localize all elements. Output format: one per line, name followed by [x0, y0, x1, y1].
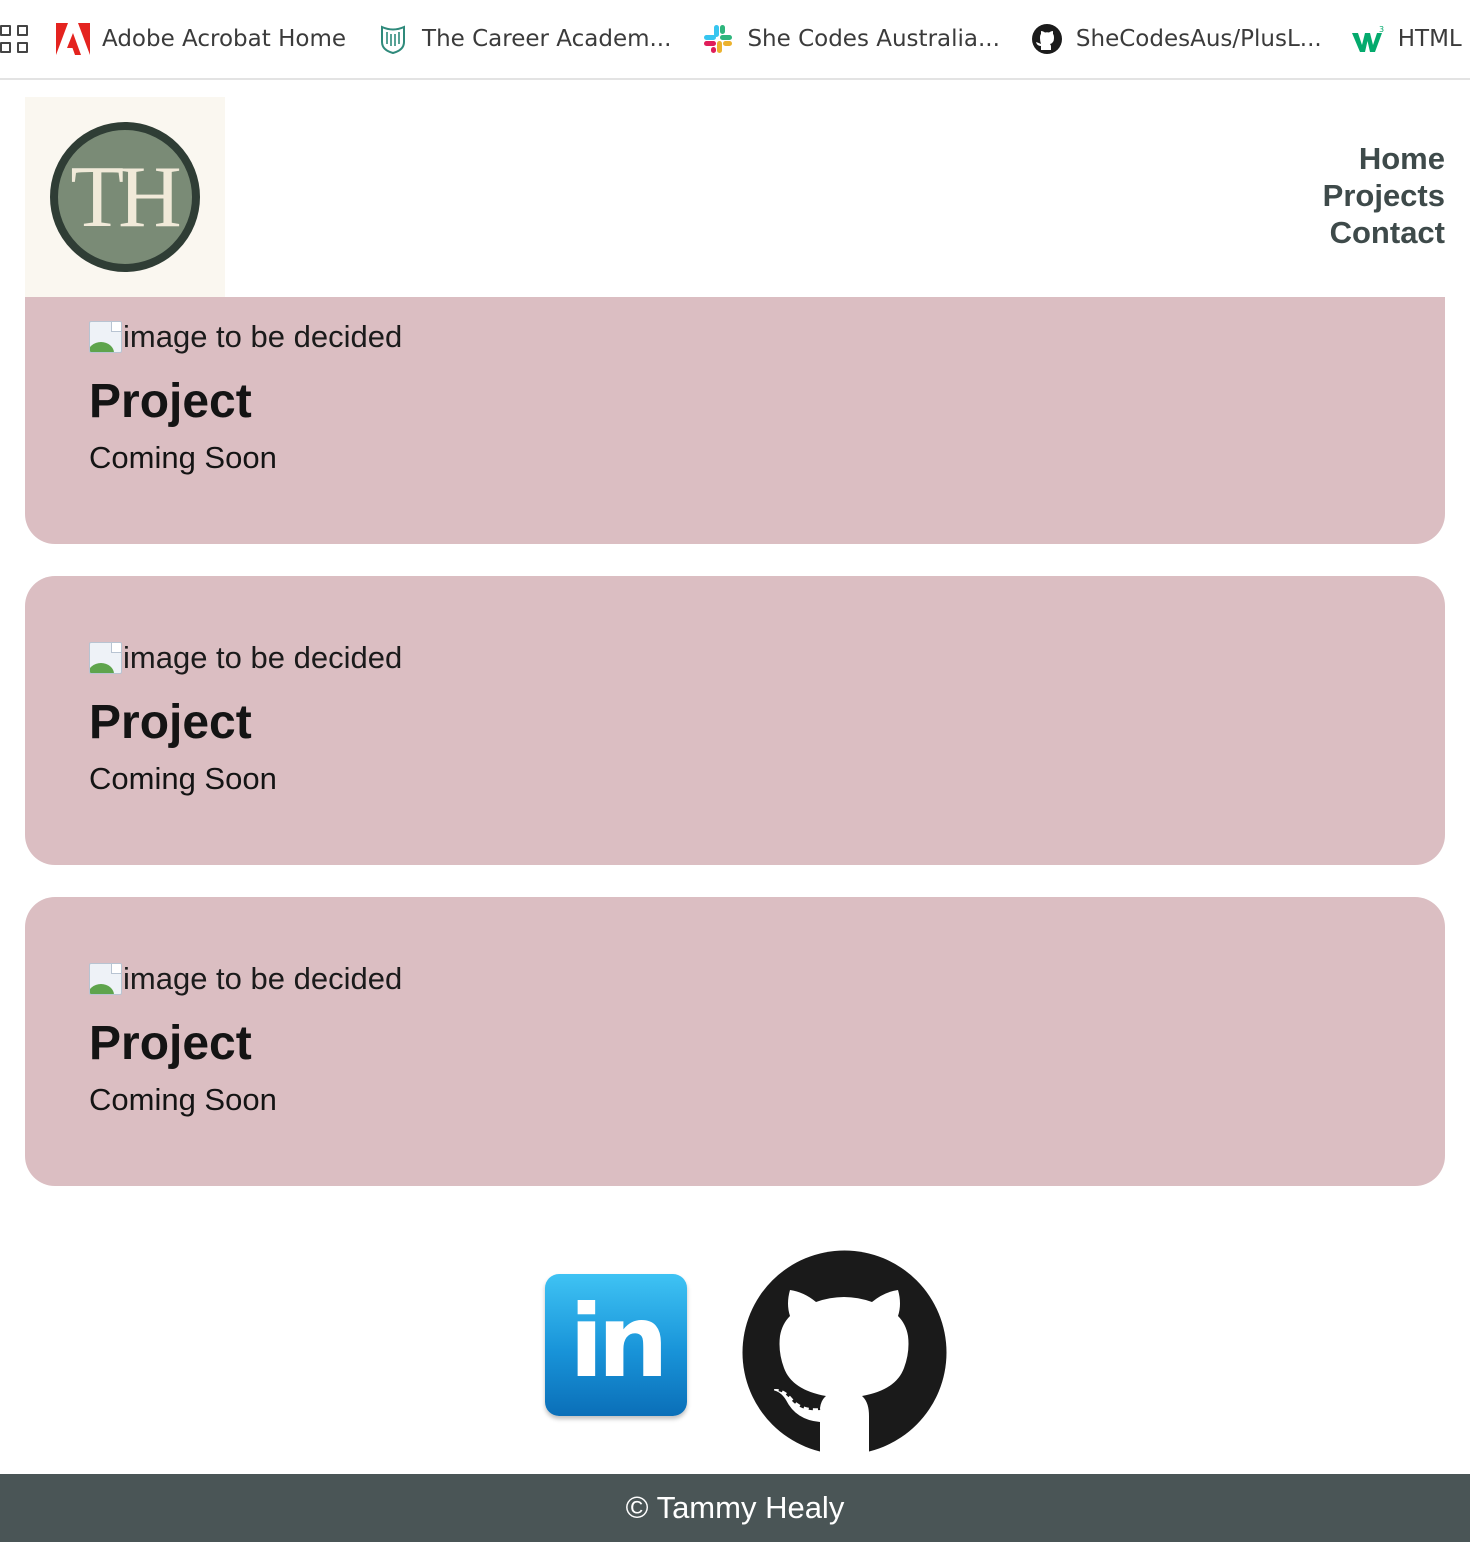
bookmark-label: HTML (: [1397, 26, 1470, 52]
linkedin-icon[interactable]: in: [545, 1274, 687, 1416]
project-image: image to be decided: [89, 640, 1445, 676]
project-title: Project: [89, 375, 252, 428]
project-title: Project: [89, 696, 252, 749]
broken-image-icon: [89, 963, 122, 995]
bookmarks-bar: Adobe Acrobat Home The Career Academ...: [0, 0, 1470, 80]
site-logo[interactable]: TH: [25, 97, 225, 297]
project-card: image to be decided Project Coming Soon: [25, 297, 1445, 544]
nav-link-projects[interactable]: Projects: [1323, 177, 1445, 214]
project-card: image to be decided Project Coming Soon: [25, 897, 1445, 1186]
project-title: Project: [89, 1017, 252, 1070]
project-image-alt: image to be decided: [123, 640, 403, 675]
linkedin-logo-text: in: [569, 1282, 668, 1400]
site-footer: © Tammy Healy: [0, 1474, 1470, 1542]
slack-icon: [701, 22, 735, 56]
nav-link-home[interactable]: Home: [1359, 140, 1445, 177]
main-nav: Home Projects Contact: [1323, 140, 1445, 251]
copyright-text: © Tammy Healy: [625, 1490, 845, 1525]
project-card: image to be decided Project Coming Soon: [25, 576, 1445, 865]
broken-image-icon: [89, 321, 122, 353]
social-links: in: [0, 1250, 1470, 1455]
career-academy-icon: [376, 22, 410, 56]
bookmark-shecodesaus-github[interactable]: SheCodesAus/PlusL...: [1018, 0, 1340, 78]
w3schools-icon: 3: [1351, 22, 1386, 56]
site-header: TH Home Projects Contact: [0, 82, 1470, 297]
bookmark-career-academy[interactable]: The Career Academ...: [364, 0, 689, 78]
github-icon: [1030, 22, 1064, 56]
bookmark-label: The Career Academ...: [422, 26, 672, 52]
project-image-alt: image to be decided: [123, 319, 403, 354]
broken-image-icon: [89, 642, 122, 674]
logo-text: TH: [70, 148, 181, 246]
bookmark-label: Adobe Acrobat Home: [102, 26, 347, 52]
bookmark-label: She Codes Australia...: [747, 26, 1000, 52]
project-subtitle: Coming Soon: [89, 1082, 277, 1117]
bookmark-w3schools-html[interactable]: 3 HTML (: [1340, 0, 1470, 78]
nav-link-contact[interactable]: Contact: [1330, 214, 1445, 251]
adobe-acrobat-icon: [56, 22, 90, 56]
project-image: image to be decided: [89, 961, 1445, 997]
github-icon[interactable]: [742, 1250, 947, 1455]
project-subtitle: Coming Soon: [89, 440, 277, 475]
bookmark-adobe-acrobat[interactable]: Adobe Acrobat Home: [44, 0, 364, 78]
bookmark-label: SheCodesAus/PlusL...: [1075, 26, 1322, 52]
project-image-alt: image to be decided: [123, 961, 403, 996]
project-image: image to be decided: [89, 319, 1445, 355]
apps-grid-icon: [0, 25, 28, 53]
logo-badge: TH: [50, 122, 200, 272]
bookmark-she-codes-slack[interactable]: She Codes Australia...: [689, 0, 1017, 78]
apps-button[interactable]: [0, 0, 28, 78]
svg-text:3: 3: [1379, 25, 1384, 34]
project-subtitle: Coming Soon: [89, 761, 277, 796]
